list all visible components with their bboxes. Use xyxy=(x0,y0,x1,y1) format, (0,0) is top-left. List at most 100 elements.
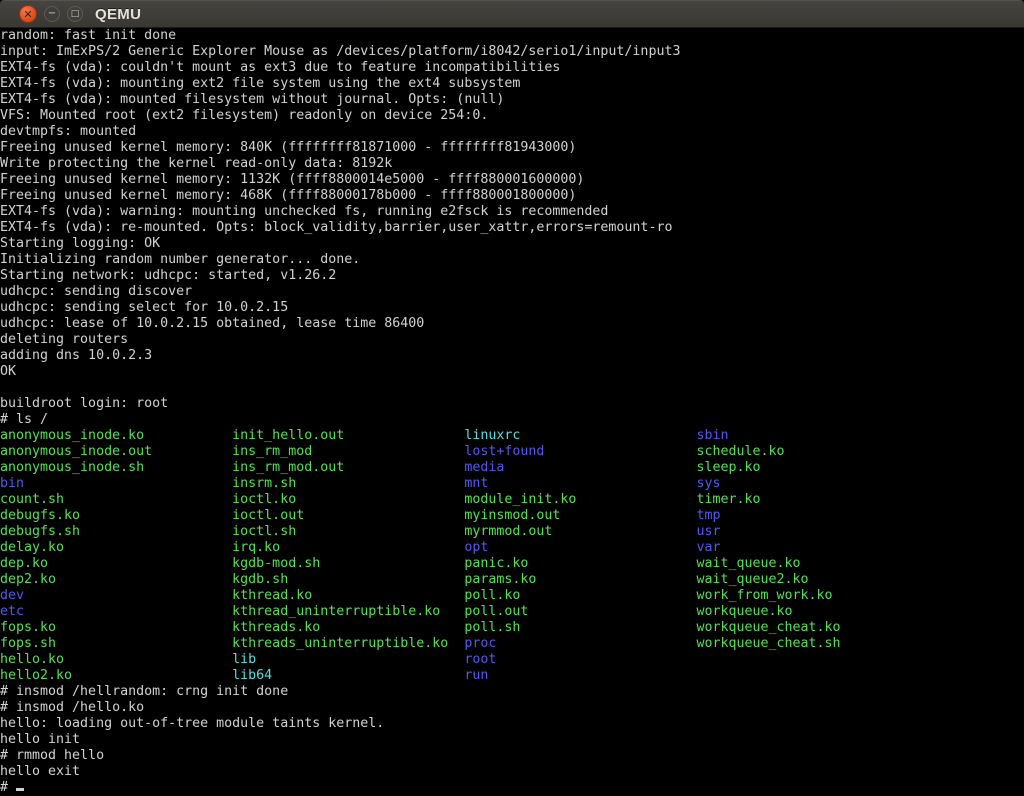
console-line: # ls / xyxy=(0,412,1024,428)
ls-entry-dir: dev xyxy=(0,588,232,604)
ls-entry-exec: ins_rm_mod xyxy=(232,444,464,460)
ls-entry-exec: myrmmod.out xyxy=(464,524,696,540)
ls-entry-exec: work_from_work.ko xyxy=(696,588,832,603)
ls-entry-dir: mnt xyxy=(464,476,696,492)
prompt-line: # xyxy=(0,780,1024,796)
console-line: Initializing random number generator... … xyxy=(0,252,1024,268)
console-line: EXT4-fs (vda): warning: mounting uncheck… xyxy=(0,204,1024,220)
console-line: # rmmod hello xyxy=(0,748,1024,764)
ls-entry-exec: module_init.ko xyxy=(464,492,696,508)
ls-entry-dir: root xyxy=(464,652,496,667)
ls-entry-exec: kthread.ko xyxy=(232,588,464,604)
ls-entry-exec: ioctl.out xyxy=(232,508,464,524)
console-line: adding dns 10.0.2.3 xyxy=(0,348,1024,364)
console-line: hello: loading out-of-tree module taints… xyxy=(0,716,1024,732)
ls-entry-dir: sbin xyxy=(696,428,728,443)
ls-entry-exec: count.sh xyxy=(0,492,232,508)
ls-entry-exec: ins_rm_mod.out xyxy=(232,460,464,476)
console-line: VFS: Mounted root (ext2 filesystem) read… xyxy=(0,108,1024,124)
ls-entry-dir: media xyxy=(464,460,696,476)
ls-entry-exec: irq.ko xyxy=(232,540,464,556)
ls-entry-exec: workqueue_cheat.sh xyxy=(696,636,840,651)
console-line: Starting logging: OK xyxy=(0,236,1024,252)
ls-entry-exec: kthread_uninterruptible.ko xyxy=(232,604,464,620)
close-button[interactable]: ✕ xyxy=(19,5,37,23)
ls-entry-exec: poll.ko xyxy=(464,588,696,604)
ls-entry-exec: hello.ko xyxy=(0,652,232,668)
console-line: udhcpc: sending discover xyxy=(0,284,1024,300)
console-line: EXT4-fs (vda): mounted filesystem withou… xyxy=(0,92,1024,108)
console-line: EXT4-fs (vda): re-mounted. Opts: block_v… xyxy=(0,220,1024,236)
ls-entry-exec: ioctl.sh xyxy=(232,524,464,540)
titlebar[interactable]: ✕ − □ QEMU xyxy=(0,0,1024,28)
ls-entry-exec: panic.ko xyxy=(464,556,696,572)
ls-entry-dir: opt xyxy=(464,540,696,556)
ls-entry-exec: poll.out xyxy=(464,604,696,620)
ls-entry-exec: debugfs.sh xyxy=(0,524,232,540)
ls-row: delay.koirq.kooptvar xyxy=(0,540,1024,556)
ls-entry-exec: workqueue_cheat.ko xyxy=(696,620,840,635)
console-line: EXT4-fs (vda): mounting ext2 file system… xyxy=(0,76,1024,92)
console-line: hello exit xyxy=(0,764,1024,780)
ls-entry-exec: kthreads_uninterruptible.ko xyxy=(232,636,464,652)
window-title: QEMU xyxy=(71,1,141,27)
ls-entry-exec: wait_queue2.ko xyxy=(696,572,808,587)
console-line: udhcpc: lease of 10.0.2.15 obtained, lea… xyxy=(0,316,1024,332)
ls-entry-exec: params.ko xyxy=(464,572,696,588)
terminal-screen[interactable]: random: fast init doneinput: ImExPS/2 Ge… xyxy=(0,28,1024,796)
ls-entry-dir: run xyxy=(464,668,488,683)
minimize-icon: − xyxy=(48,9,56,19)
console-line: input: ImExPS/2 Generic Explorer Mouse a… xyxy=(0,44,1024,60)
ls-entry-exec: sleep.ko xyxy=(696,460,760,475)
ls-entry-dir: lost+found xyxy=(464,444,696,460)
console-line: OK xyxy=(0,364,1024,380)
ls-entry-exec: init_hello.out xyxy=(232,428,464,444)
ls-entry-exec: dep2.ko xyxy=(0,572,232,588)
console-line: devtmpfs: mounted xyxy=(0,124,1024,140)
shell-prompt: # xyxy=(0,780,16,795)
ls-entry-dir: etc xyxy=(0,604,232,620)
ls-row: dep.kokgdb-mod.shpanic.kowait_queue.ko xyxy=(0,556,1024,572)
ls-entry-exec: hello2.ko xyxy=(0,668,232,684)
ls-entry-dir: sys xyxy=(696,476,720,491)
ls-entry-exec: workqueue.ko xyxy=(696,604,792,619)
ls-row: anonymous_inode.koinit_hello.outlinuxrcs… xyxy=(0,428,1024,444)
ls-entry-exec: kgdb-mod.sh xyxy=(232,556,464,572)
console-line: # insmod /hello.ko xyxy=(0,700,1024,716)
ls-row: etckthread_uninterruptible.kopoll.outwor… xyxy=(0,604,1024,620)
ls-entry-exec: anonymous_inode.ko xyxy=(0,428,232,444)
ls-entry-dir: proc xyxy=(464,636,696,652)
ls-entry-exec: insrm.sh xyxy=(232,476,464,492)
ls-entry-exec: fops.ko xyxy=(0,620,232,636)
ls-row: debugfs.shioctl.shmyrmmod.outusr xyxy=(0,524,1024,540)
ls-row: anonymous_inode.shins_rm_mod.outmediasle… xyxy=(0,460,1024,476)
ls-row: hello.kolibroot xyxy=(0,652,1024,668)
ls-entry-link: lib64 xyxy=(232,668,464,684)
ls-entry-exec: kgdb.sh xyxy=(232,572,464,588)
console-line: EXT4-fs (vda): couldn't mount as ext3 du… xyxy=(0,60,1024,76)
console-line: Freeing unused kernel memory: 840K (ffff… xyxy=(0,140,1024,156)
ls-entry-exec: dep.ko xyxy=(0,556,232,572)
ls-entry-exec: ioctl.ko xyxy=(232,492,464,508)
qemu-window: ✕ − □ QEMU random: fast init doneinput: … xyxy=(0,0,1024,796)
ls-entry-exec: wait_queue.ko xyxy=(696,556,800,571)
console-line: udhcpc: sending select for 10.0.2.15 xyxy=(0,300,1024,316)
ls-entry-exec: anonymous_inode.sh xyxy=(0,460,232,476)
console-line: random: fast init done xyxy=(0,28,1024,44)
ls-row: bininsrm.shmntsys xyxy=(0,476,1024,492)
ls-entry-link: lib xyxy=(232,652,464,668)
minimize-button[interactable]: − xyxy=(44,6,60,22)
ls-entry-dir: var xyxy=(696,540,720,555)
console-line: Starting network: udhcpc: started, v1.26… xyxy=(0,268,1024,284)
ls-row: debugfs.koioctl.outmyinsmod.outtmp xyxy=(0,508,1024,524)
ls-row: hello2.kolib64run xyxy=(0,668,1024,684)
ls-entry-dir: usr xyxy=(696,524,720,539)
console-line: buildroot login: root xyxy=(0,396,1024,412)
console-line: Write protecting the kernel read-only da… xyxy=(0,156,1024,172)
ls-row: fops.shkthreads_uninterruptible.koprocwo… xyxy=(0,636,1024,652)
ls-entry-exec: schedule.ko xyxy=(696,444,784,459)
ls-row: dep2.kokgdb.shparams.kowait_queue2.ko xyxy=(0,572,1024,588)
terminal-cursor xyxy=(16,788,24,791)
ls-entry-exec: myinsmod.out xyxy=(464,508,696,524)
close-icon: ✕ xyxy=(23,9,32,20)
